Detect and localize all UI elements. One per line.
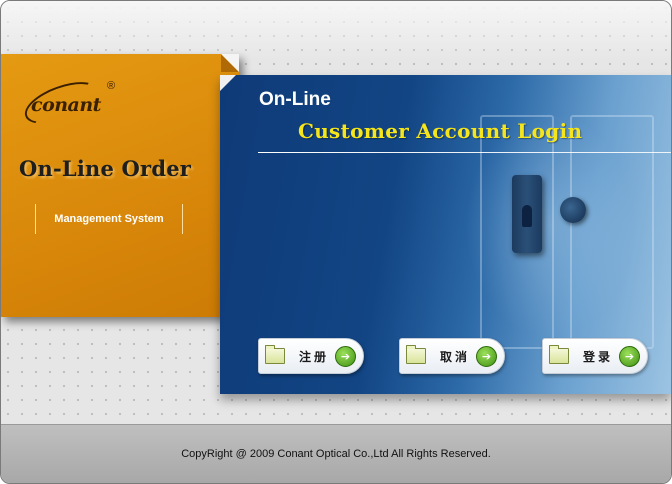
login-button[interactable]: 登录 ➔ [542, 338, 648, 374]
footer: CopyRight @ 2009 Conant Optical Co.,Ltd … [1, 424, 671, 483]
login-panel: On-Line Customer Account Login 注册 ➔ 取消 ➔… [220, 75, 671, 394]
login-button-label: 登录 [583, 349, 614, 364]
page-fold-highlight [221, 54, 239, 72]
title-divider [258, 152, 671, 153]
door-lock-decoration [512, 175, 542, 253]
cancel-button-label: 取消 [440, 349, 471, 364]
copyright-text: CopyRight @ 2009 Conant Optical Co.,Ltd … [181, 448, 491, 460]
folder-icon [406, 345, 426, 364]
order-title: On-Line Order [19, 156, 192, 181]
app-frame: conant ® On-Line Order Management System… [0, 0, 672, 484]
online-heading: On-Line [259, 89, 331, 110]
cancel-button[interactable]: 取消 ➔ [399, 338, 505, 374]
register-button[interactable]: 注册 ➔ [258, 338, 364, 374]
conant-logo: conant ® [19, 73, 116, 133]
logo-text: conant [31, 94, 101, 116]
folder-icon [549, 345, 569, 364]
folder-icon [265, 345, 285, 364]
panel-corner [220, 75, 236, 91]
door-knob-decoration [560, 197, 586, 223]
door-panel-right [570, 115, 654, 349]
arrow-right-icon: ➔ [476, 345, 497, 367]
register-button-label: 注册 [299, 349, 330, 364]
management-system-label: Management System [35, 204, 183, 234]
arrow-right-icon: ➔ [335, 345, 356, 367]
registered-mark: ® [107, 80, 116, 92]
arrow-right-icon: ➔ [619, 345, 640, 367]
brand-panel: conant ® On-Line Order Management System [1, 54, 239, 317]
login-title: Customer Account Login [298, 119, 583, 143]
